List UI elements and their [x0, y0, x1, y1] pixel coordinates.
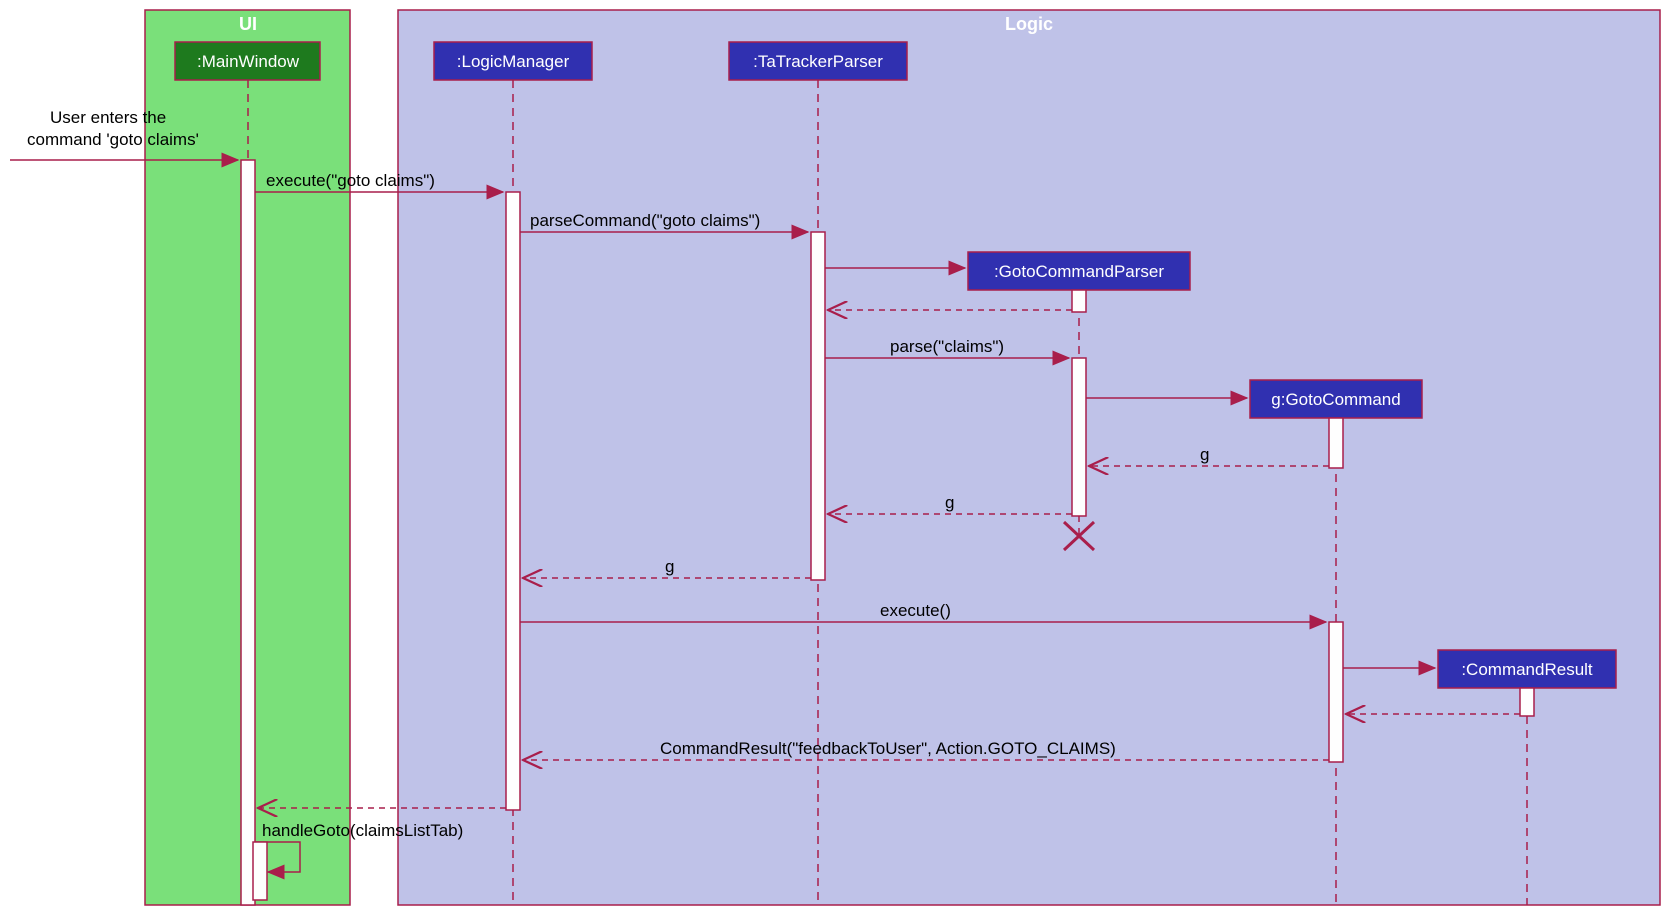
ui-container-label: UI [239, 14, 257, 34]
mainwindow-activation [241, 160, 255, 905]
gc-activation-2 [1329, 622, 1343, 762]
tatrackerparser-activation [811, 232, 825, 580]
msg-handlegoto: handleGoto(claimsListTab) [262, 821, 463, 840]
mainwindow-activation-2 [253, 842, 267, 900]
sequence-diagram: UI Logic :MainWindow :LogicManager :TaTr… [0, 0, 1675, 910]
commandresult-label: :CommandResult [1461, 660, 1593, 679]
logicmanager-label: :LogicManager [457, 52, 570, 71]
logic-container [398, 10, 1660, 905]
gcp-activation-1 [1072, 290, 1086, 312]
cr-activation [1520, 688, 1534, 716]
tatrackerparser-label: :TaTrackerParser [753, 52, 883, 71]
gcp-activation-2 [1072, 358, 1086, 516]
mainwindow-label: :MainWindow [197, 52, 300, 71]
msg-execute-empty: execute() [880, 601, 951, 620]
msg-commandresult: CommandResult("feedbackToUser", Action.G… [660, 739, 1116, 758]
msg-g1: g [1200, 445, 1209, 464]
msg-g2: g [945, 493, 954, 512]
msg-execute: execute("goto claims") [266, 171, 435, 190]
msg-parsecommand: parseCommand("goto claims") [530, 211, 760, 230]
logicmanager-activation [506, 192, 520, 810]
logic-container-label: Logic [1005, 14, 1053, 34]
msg-parse-claims: parse("claims") [890, 337, 1004, 356]
user-enters-line2: command 'goto claims' [27, 130, 199, 149]
gc-activation-1 [1329, 418, 1343, 468]
gotocommandparser-label: :GotoCommandParser [994, 262, 1164, 281]
msg-g3: g [665, 557, 674, 576]
gotocommand-label: g:GotoCommand [1271, 390, 1400, 409]
user-enters-line1: User enters the [50, 108, 166, 127]
